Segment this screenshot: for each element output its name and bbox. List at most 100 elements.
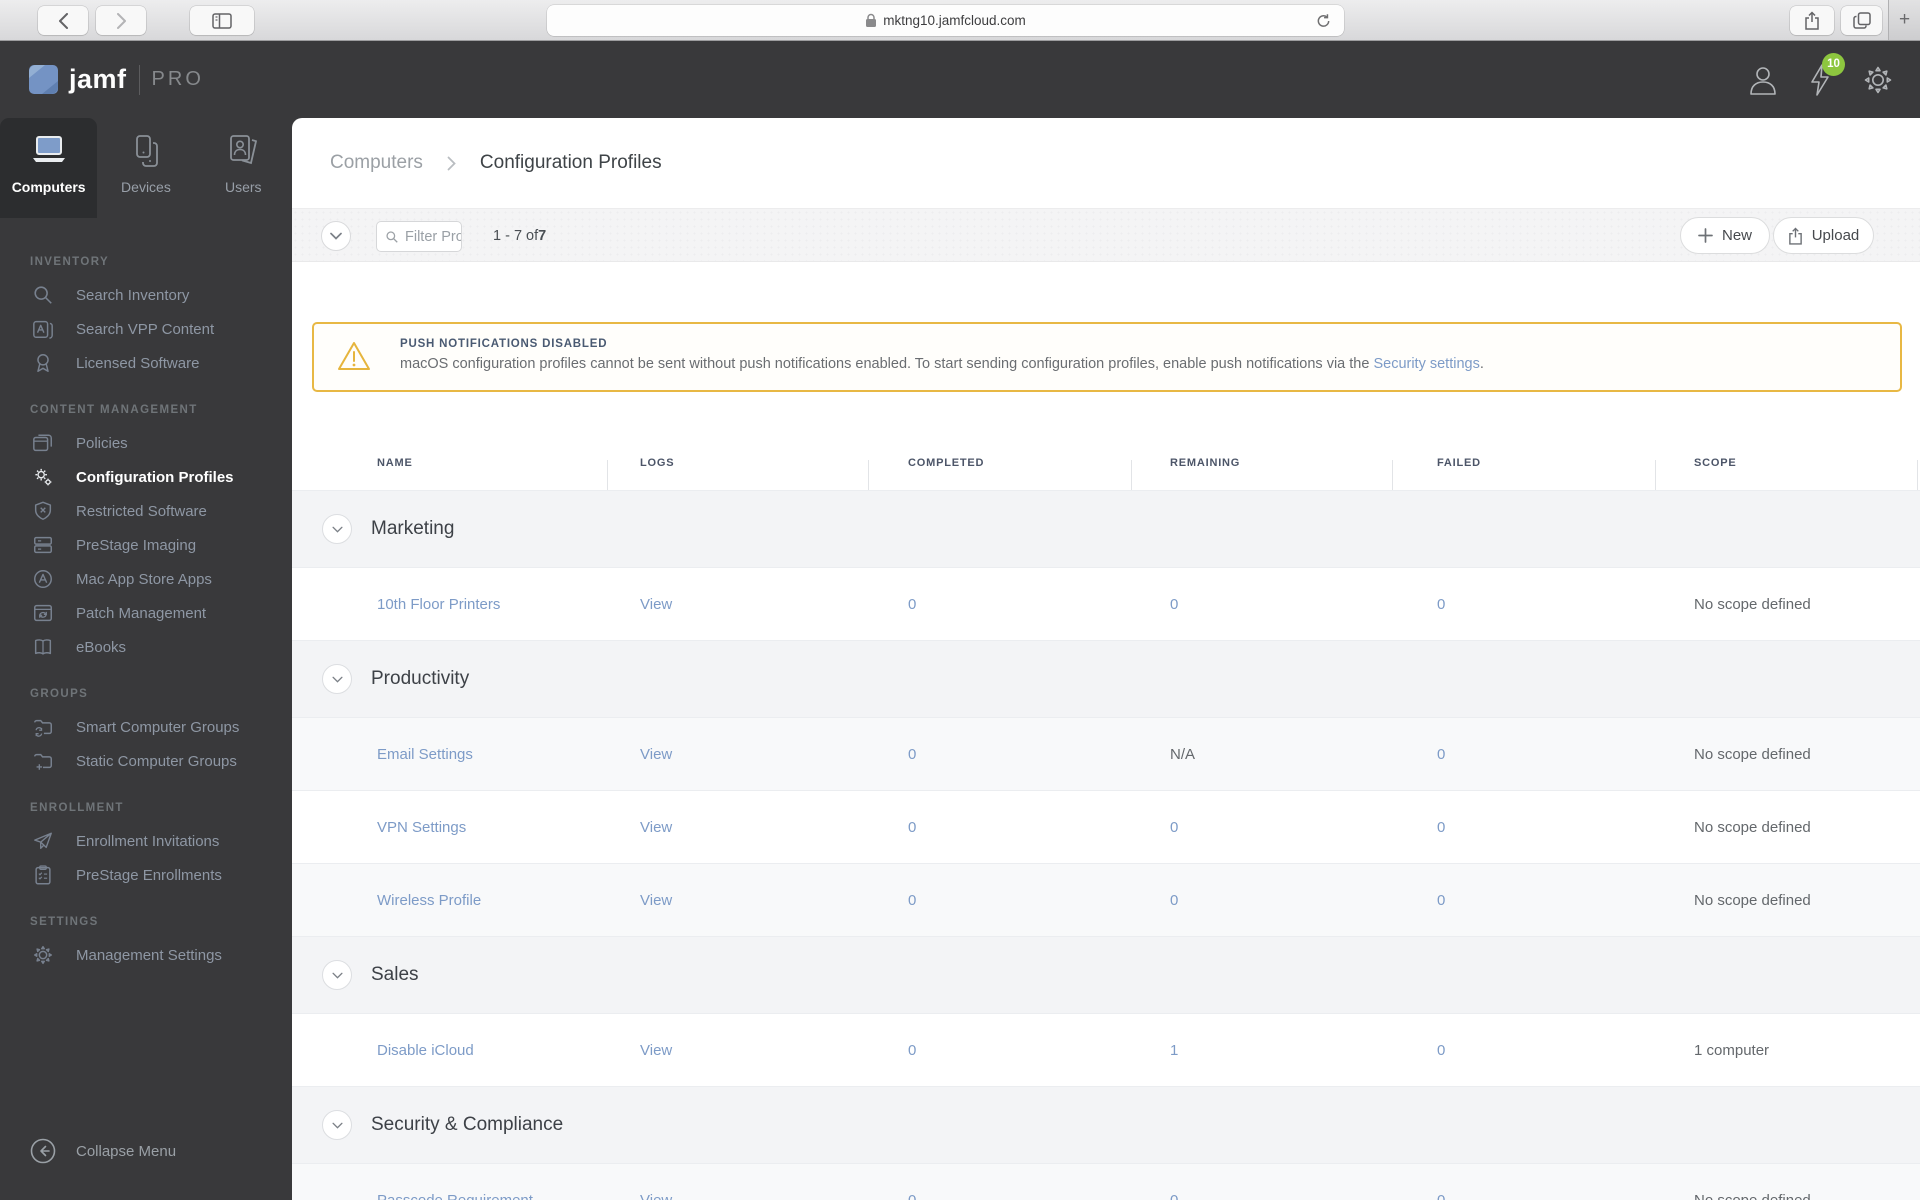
browser-tab-overview-button[interactable]	[1841, 6, 1882, 35]
notification-count-badge: 10	[1822, 52, 1845, 76]
app-header: jamf PRO 10	[0, 41, 1920, 118]
view-logs-link[interactable]: View	[640, 596, 672, 613]
table-row: Wireless Profile View 0 0 0 No scope def…	[292, 863, 1920, 936]
new-button[interactable]: New	[1680, 217, 1770, 254]
new-button-label: New	[1721, 227, 1752, 244]
failed-count-link[interactable]: 0	[1437, 819, 1445, 836]
column-separator	[1392, 460, 1393, 490]
completed-count-link[interactable]: 0	[908, 746, 916, 763]
group-collapse-button[interactable]	[322, 514, 352, 544]
filter-input-wrap	[376, 221, 462, 252]
failed-count-link[interactable]: 0	[1437, 746, 1445, 763]
view-logs-link[interactable]: View	[640, 819, 672, 836]
main-content: Computers Configuration Profiles 1 - 7 o…	[292, 118, 1920, 1200]
completed-count-link[interactable]: 0	[908, 596, 916, 613]
tab-devices[interactable]: Devices	[97, 118, 194, 218]
sidebar-item-mac-app-store-apps[interactable]: Mac App Store Apps	[30, 562, 292, 596]
browser-chrome: mktng10.jamfcloud.com +	[0, 0, 1920, 41]
view-logs-link[interactable]: View	[640, 892, 672, 909]
group-name: Marketing	[371, 518, 455, 539]
browser-sidebar-toggle-button[interactable]	[190, 6, 254, 35]
remaining-count-link[interactable]: 0	[1170, 1192, 1178, 1200]
breadcrumb-computers[interactable]: Computers	[330, 152, 423, 174]
upload-icon	[1788, 227, 1803, 245]
jamf-logo-icon	[29, 65, 58, 94]
tab-label: Devices	[121, 179, 171, 195]
license-ribbon-icon	[30, 352, 56, 374]
failed-count-link[interactable]: 0	[1437, 596, 1445, 613]
browser-share-button[interactable]	[1790, 6, 1834, 35]
filter-input[interactable]	[405, 228, 461, 245]
sidebar-item-label: Restricted Software	[76, 502, 207, 520]
config-profiles-gears-icon	[30, 466, 56, 488]
scope-text: 1 computer	[1694, 1041, 1770, 1059]
browser-new-tab-button[interactable]: +	[1888, 0, 1920, 40]
collapse-menu-button[interactable]: Collapse Menu	[30, 1138, 176, 1164]
completed-count-link[interactable]: 0	[908, 1042, 916, 1059]
profile-name-link[interactable]: VPN Settings	[377, 819, 466, 836]
paper-plane-icon	[30, 830, 56, 852]
breadcrumb: Computers Configuration Profiles	[292, 118, 1920, 208]
sidebar-item-prestage-enrollments[interactable]: PreStage Enrollments	[30, 858, 292, 892]
sidebar-item-label: eBooks	[76, 638, 127, 656]
remaining-count-link[interactable]: 0	[1170, 596, 1178, 613]
profile-name-link[interactable]: 10th Floor Printers	[377, 596, 500, 613]
completed-count-link[interactable]: 0	[908, 892, 916, 909]
browser-forward-button[interactable]	[96, 6, 146, 35]
table-row: Email Settings View 0 N/A 0 No scope def…	[292, 717, 1920, 790]
browser-back-button[interactable]	[38, 6, 88, 35]
tab-users[interactable]: Users	[195, 118, 292, 218]
sidebar-item-search-vpp-content[interactable]: Search VPP Content	[30, 312, 292, 346]
group-row-marketing: Marketing	[292, 490, 1920, 567]
view-logs-link[interactable]: View	[640, 746, 672, 763]
sidebar-item-management-settings[interactable]: Management Settings	[30, 938, 292, 972]
sidebar-item-smart-computer-groups[interactable]: Smart Computer Groups	[30, 710, 292, 744]
sidebar-item-label: Management Settings	[76, 946, 222, 964]
remaining-count-link[interactable]: 0	[1170, 892, 1178, 909]
sidebar-item-configuration-profiles[interactable]: Configuration Profiles	[30, 460, 292, 494]
group-collapse-button[interactable]	[322, 1110, 352, 1140]
filter-disclosure-button[interactable]	[321, 221, 351, 251]
view-logs-link[interactable]: View	[640, 1042, 672, 1059]
failed-count-link[interactable]: 0	[1437, 1042, 1445, 1059]
account-button[interactable]	[1748, 64, 1778, 96]
sidebar-item-label: Search Inventory	[76, 286, 190, 304]
sidebar-item-label: Policies	[76, 434, 128, 452]
mac-app-store-icon	[30, 568, 56, 590]
section-groups: GROUPS	[30, 688, 89, 700]
chevron-right-icon	[116, 12, 126, 29]
reload-icon[interactable]	[1311, 10, 1335, 31]
sidebar-item-restricted-software[interactable]: Restricted Software	[30, 494, 292, 528]
sidebar-item-policies[interactable]: Policies	[30, 426, 292, 460]
remaining-count-link[interactable]: 1	[1170, 1042, 1178, 1059]
completed-count-link[interactable]: 0	[908, 1192, 916, 1200]
sidebar: Computers Devices Users INVENTORY Search…	[0, 118, 292, 1200]
notifications-button[interactable]: 10	[1808, 52, 1845, 97]
sidebar-item-search-inventory[interactable]: Search Inventory	[30, 278, 292, 312]
group-collapse-button[interactable]	[322, 960, 352, 990]
upload-button[interactable]: Upload	[1773, 217, 1874, 254]
sidebar-item-patch-management[interactable]: Patch Management	[30, 596, 292, 630]
col-header-name: NAME	[377, 456, 413, 469]
tab-computers[interactable]: Computers	[0, 118, 98, 218]
security-settings-link[interactable]: Security settings	[1373, 356, 1479, 372]
sidebar-item-static-computer-groups[interactable]: Static Computer Groups	[30, 744, 292, 778]
completed-count-link[interactable]: 0	[908, 819, 916, 836]
banner-title: PUSH NOTIFICATIONS DISABLED	[400, 338, 608, 350]
sidebar-item-enrollment-invitations[interactable]: Enrollment Invitations	[30, 824, 292, 858]
sidebar-item-ebooks[interactable]: eBooks	[30, 630, 292, 664]
address-bar[interactable]: mktng10.jamfcloud.com	[547, 5, 1344, 36]
profile-name-link[interactable]: Passcode Requirement	[377, 1192, 533, 1200]
group-collapse-button[interactable]	[322, 664, 352, 694]
sidebar-item-licensed-software[interactable]: Licensed Software	[30, 346, 292, 380]
profile-name-link[interactable]: Email Settings	[377, 746, 473, 763]
view-logs-link[interactable]: View	[640, 1192, 672, 1200]
remaining-count-link[interactable]: 0	[1170, 819, 1178, 836]
failed-count-link[interactable]: 0	[1437, 1192, 1445, 1200]
settings-button[interactable]	[1862, 64, 1894, 96]
sidebar-item-prestage-imaging[interactable]: PreStage Imaging	[30, 528, 292, 562]
management-settings-gear-icon	[30, 944, 56, 966]
profile-name-link[interactable]: Wireless Profile	[377, 892, 481, 909]
profile-name-link[interactable]: Disable iCloud	[377, 1042, 474, 1059]
failed-count-link[interactable]: 0	[1437, 892, 1445, 909]
